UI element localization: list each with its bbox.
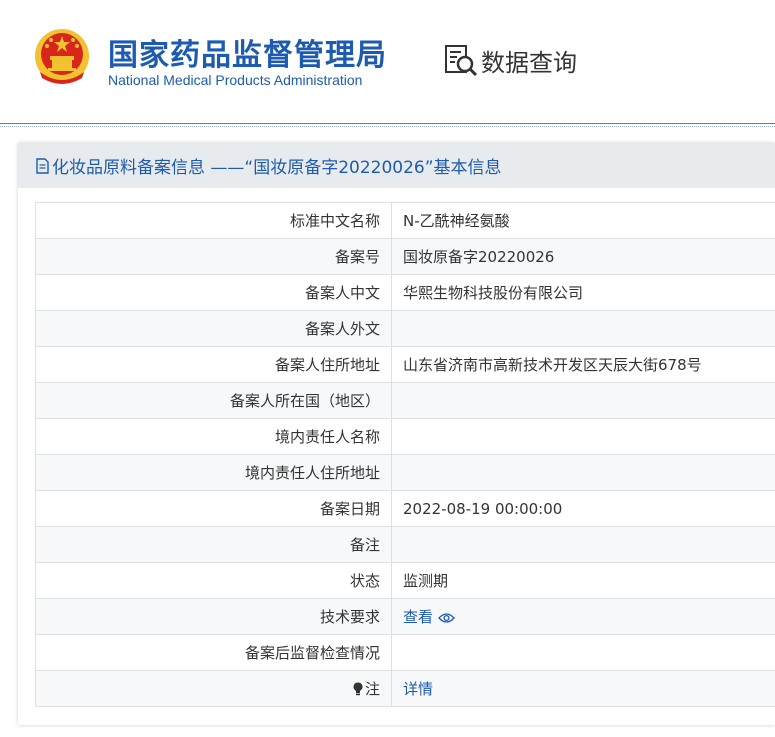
eye-icon bbox=[438, 612, 455, 623]
field-label: 备案人中文 bbox=[35, 274, 392, 311]
data-query-section: 数据查询 bbox=[443, 42, 577, 78]
table-row: 境内责任人住所地址 bbox=[35, 454, 775, 491]
view-link-label: 查看 bbox=[403, 608, 434, 626]
field-value: N-乙酰神经氨酸 bbox=[391, 202, 775, 239]
table-row: 备案人所在国（地区） bbox=[35, 382, 775, 419]
header-divider bbox=[0, 123, 775, 127]
field-label: 备案后监督检查情况 bbox=[35, 634, 392, 671]
field-label: 境内责任人住所地址 bbox=[35, 454, 392, 491]
field-value: 华熙生物科技股份有限公司 bbox=[391, 274, 775, 311]
table-row: 备案人中文 华熙生物科技股份有限公司 bbox=[35, 274, 775, 311]
table-row: 备案后监督检查情况 bbox=[35, 634, 775, 671]
table-row: 技术要求 查看 bbox=[35, 598, 775, 635]
site-header: 国家药品监督管理局 National Medical Products Admi… bbox=[0, 0, 775, 127]
table-row: 备案号 国妆原备字20220026 bbox=[35, 238, 775, 275]
table-row: 注 详情 bbox=[35, 670, 775, 707]
field-value: 2022-08-19 00:00:00 bbox=[391, 490, 775, 527]
field-value: 山东省济南市高新技术开发区天辰大街678号 bbox=[391, 346, 775, 383]
field-label: 备案人所在国（地区） bbox=[35, 382, 392, 419]
national-emblem-icon bbox=[35, 29, 89, 84]
field-value bbox=[391, 310, 775, 347]
org-name-en: National Medical Products Administration bbox=[108, 72, 363, 88]
note-label: 注 bbox=[364, 680, 380, 698]
table-row: 备注 bbox=[35, 526, 775, 563]
table-row: 境内责任人名称 bbox=[35, 418, 775, 455]
field-value: 国妆原备字20220026 bbox=[391, 238, 775, 275]
view-tech-requirements-link[interactable]: 查看 bbox=[403, 608, 455, 626]
table-row: 备案人外文 bbox=[35, 310, 775, 347]
table-row: 标准中文名称 N-乙酰神经氨酸 bbox=[35, 202, 775, 239]
record-panel: 化妆品原料备案信息 ——“国妆原备字20220026”基本信息 标准中文名称 N… bbox=[18, 143, 775, 725]
details-link[interactable]: 详情 bbox=[403, 680, 433, 698]
field-value bbox=[391, 526, 775, 563]
field-label: 备案人外文 bbox=[35, 310, 392, 347]
field-value-cell: 查看 bbox=[391, 598, 775, 635]
field-value bbox=[391, 382, 775, 419]
org-name-cn: 国家药品监督管理局 bbox=[108, 38, 387, 73]
field-label-cell: 注 bbox=[35, 670, 392, 707]
table-row: 备案日期 2022-08-19 00:00:00 bbox=[35, 490, 775, 527]
document-search-icon bbox=[445, 45, 478, 77]
field-value bbox=[391, 418, 775, 455]
field-label: 备案号 bbox=[35, 238, 392, 275]
field-label: 备注 bbox=[35, 526, 392, 563]
field-label: 标准中文名称 bbox=[35, 202, 392, 239]
table-row: 备案人住所地址 山东省济南市高新技术开发区天辰大街678号 bbox=[35, 346, 775, 383]
panel-title: 化妆品原料备案信息 ——“国妆原备字20220026”基本信息 bbox=[52, 158, 502, 178]
data-query-title: 数据查询 bbox=[481, 48, 577, 77]
field-value bbox=[391, 634, 775, 671]
field-label: 技术要求 bbox=[35, 598, 392, 635]
field-value-cell: 详情 bbox=[391, 670, 775, 707]
document-icon bbox=[36, 157, 49, 174]
info-table: 标准中文名称 N-乙酰神经氨酸 备案号 国妆原备字20220026 备案人中文 … bbox=[35, 202, 775, 707]
panel-header: 化妆品原料备案信息 ——“国妆原备字20220026”基本信息 bbox=[18, 143, 775, 188]
field-label: 状态 bbox=[35, 562, 392, 599]
field-label: 备案日期 bbox=[35, 490, 392, 527]
field-label: 备案人住所地址 bbox=[35, 346, 392, 383]
field-value bbox=[391, 454, 775, 491]
field-value: 监测期 bbox=[391, 562, 775, 599]
lightbulb-icon bbox=[353, 682, 363, 696]
field-label: 境内责任人名称 bbox=[35, 418, 392, 455]
table-row: 状态 监测期 bbox=[35, 562, 775, 599]
